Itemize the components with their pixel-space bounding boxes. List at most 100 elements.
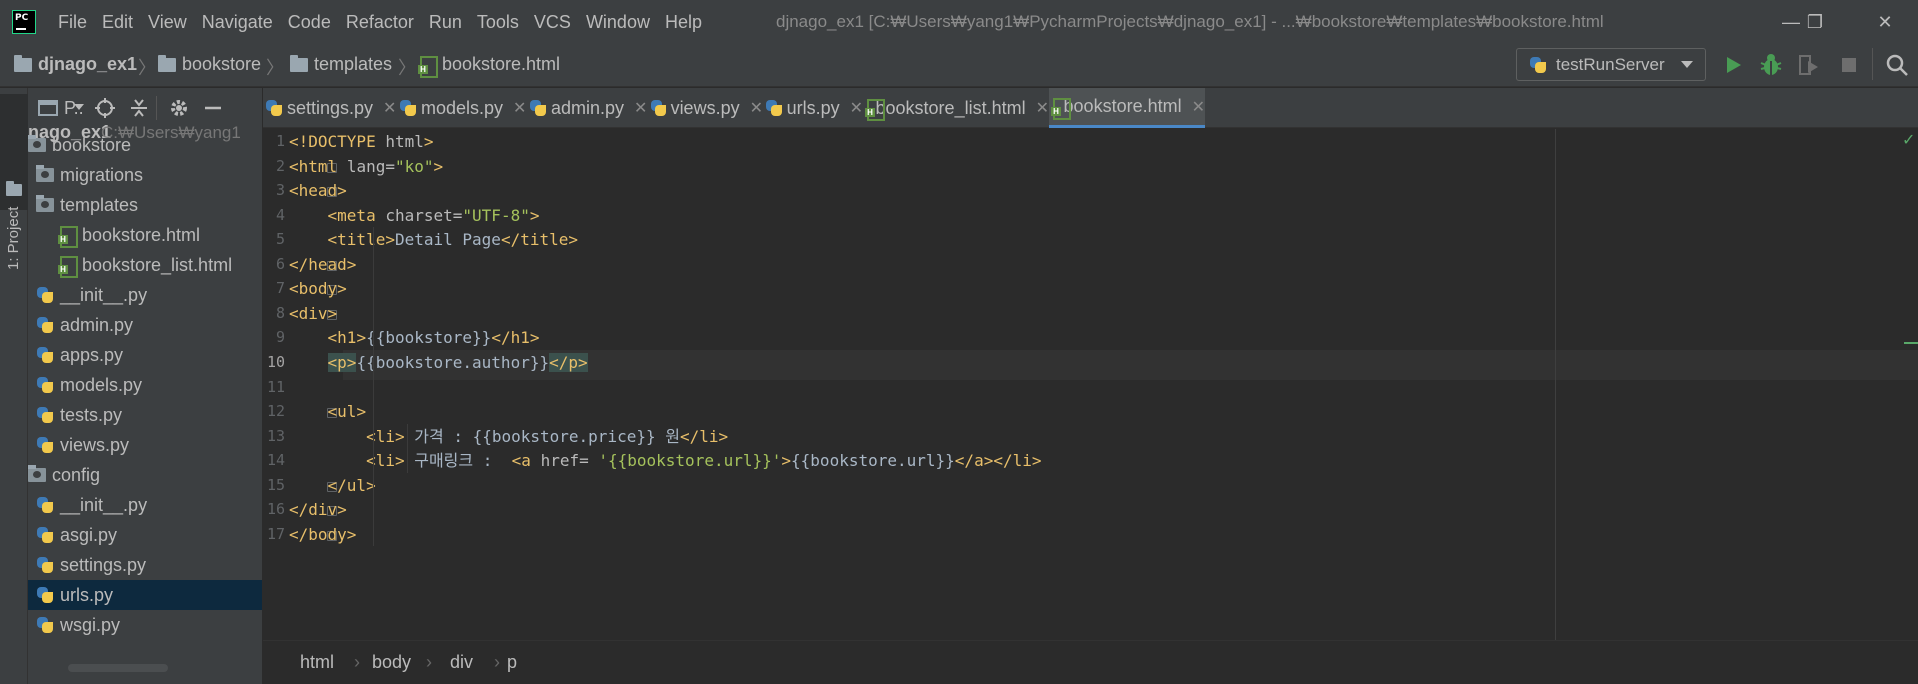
- debug-icon[interactable]: [1758, 52, 1784, 78]
- code-breadcrumb-html[interactable]: html: [300, 652, 334, 673]
- indent-guide: [407, 423, 408, 473]
- tree-item[interactable]: wsgi.py: [28, 610, 262, 640]
- menu-code[interactable]: Code: [288, 12, 331, 33]
- python-file-icon: [36, 436, 54, 454]
- python-file-icon: [36, 346, 54, 364]
- tree-item-label: __init__.py: [60, 494, 148, 515]
- close-tab-icon[interactable]: ✕: [750, 98, 763, 118]
- close-tab-icon[interactable]: ✕: [383, 98, 396, 118]
- indent-guide: [373, 227, 374, 547]
- project-tool-window-button[interactable]: 1: Project: [0, 94, 28, 270]
- tree-item-label: bookstore.html: [82, 224, 201, 245]
- tab-urls-py[interactable]: urls.py ✕: [763, 88, 863, 128]
- code-breadcrumb-body[interactable]: body: [372, 652, 411, 673]
- python-file-icon: [36, 496, 54, 514]
- tab-models-py[interactable]: models.py ✕: [397, 88, 527, 128]
- inspection-ok-icon[interactable]: ✓: [1902, 130, 1915, 150]
- tree-item-label: models.py: [60, 374, 143, 395]
- menu-navigate[interactable]: Navigate: [202, 12, 273, 33]
- folder-icon: [6, 181, 22, 196]
- menu-help[interactable]: Help: [665, 12, 702, 33]
- minimize-button[interactable]: —: [1779, 10, 1803, 34]
- breadcrumb-project[interactable]: djnago_ex1: [14, 54, 137, 75]
- tab-views-py[interactable]: views.py ✕: [648, 88, 763, 128]
- breadcrumb-templates[interactable]: templates: [290, 54, 392, 75]
- toolbar-divider: [1872, 48, 1873, 80]
- tree-item[interactable]: models.py: [28, 370, 262, 400]
- menu-window[interactable]: Window: [586, 12, 650, 33]
- tree-item[interactable]: bookstore_list.html: [28, 250, 262, 280]
- folder-icon: [28, 135, 46, 152]
- menu-refactor[interactable]: Refactor: [346, 12, 414, 33]
- breadcrumb-separator-icon: ›: [426, 652, 432, 672]
- close-tab-icon[interactable]: ✕: [634, 98, 647, 118]
- tree-item[interactable]: apps.py: [28, 340, 262, 370]
- tree-item[interactable]: tests.py: [28, 400, 262, 430]
- line-number: 7: [275, 279, 285, 298]
- menu-vcs[interactable]: VCS: [534, 12, 571, 33]
- tree-item[interactable]: migrations: [28, 160, 262, 190]
- ide-window: PC File Edit View Navigate Code Refactor Run To…: [0, 0, 1918, 684]
- tree-item-label: apps.py: [60, 344, 124, 365]
- code-breadcrumb-p[interactable]: p: [507, 652, 517, 673]
- line-number: 6: [275, 254, 285, 273]
- tab-label: views.py: [670, 97, 740, 118]
- menu-run[interactable]: Run: [429, 12, 462, 33]
- error-stripe-marker[interactable]: [1904, 342, 1918, 344]
- line-number: 10: [266, 352, 285, 371]
- code-line[interactable]: <li> 구매링크 : <a href= '{{bookstore.url}}'…: [289, 446, 1041, 476]
- breadcrumb-file[interactable]: bookstore.html: [418, 54, 560, 78]
- indent-guide: [373, 399, 374, 473]
- tree-item[interactable]: urls.py: [28, 580, 262, 610]
- restore-button[interactable]: ❐: [1803, 10, 1827, 34]
- close-tab-icon[interactable]: ✕: [1036, 98, 1049, 118]
- folder-icon: [290, 54, 308, 72]
- menu-tools[interactable]: Tools: [477, 12, 519, 33]
- code-line[interactable]: <p>{{bookstore.author}}</p>: [289, 348, 588, 378]
- python-file-icon: [399, 99, 417, 117]
- tree-item[interactable]: asgi.py: [28, 520, 262, 550]
- python-file-icon: [765, 99, 783, 117]
- run-icon[interactable]: [1720, 52, 1746, 78]
- line-number: 11: [266, 377, 285, 396]
- horizontal-scrollbar[interactable]: [68, 664, 168, 672]
- close-window-button[interactable]: ✕: [1873, 10, 1897, 34]
- menu-view[interactable]: View: [148, 12, 187, 33]
- code-breadcrumb-bar: html › body › div › p: [263, 640, 1918, 684]
- breadcrumb-separator: 〉: [398, 58, 416, 78]
- tree-item[interactable]: __init__.py: [28, 280, 262, 310]
- tree-item[interactable]: views.py: [28, 430, 262, 460]
- folder-icon: [36, 195, 54, 212]
- python-file-icon: [36, 526, 54, 544]
- run-with-coverage-icon[interactable]: [1796, 52, 1822, 78]
- code-line[interactable]: </body>: [289, 520, 356, 550]
- breadcrumb-bookstore[interactable]: bookstore: [158, 54, 261, 75]
- html-file-icon: [58, 226, 78, 248]
- run-configuration-dropdown[interactable]: testRunServer: [1516, 48, 1706, 81]
- tab-bookstore-list-html[interactable]: bookstore_list.html ✕: [863, 88, 1049, 128]
- tree-item[interactable]: config: [28, 460, 262, 490]
- html-file-icon: [418, 55, 438, 78]
- menu-file[interactable]: File: [58, 12, 87, 33]
- tree-item[interactable]: __init__.py: [28, 490, 262, 520]
- tree-item[interactable]: settings.py: [28, 550, 262, 580]
- run-configuration-label: testRunServer: [1556, 54, 1665, 74]
- tree-item[interactable]: bookstore.html: [28, 220, 262, 250]
- tree-item[interactable]: admin.py: [28, 310, 262, 340]
- project-panel: P.. nago_ex1 C:₩Users₩yang1 bookstore mig…: [28, 88, 262, 684]
- html-file-icon: [865, 99, 884, 121]
- tab-bookstore-html[interactable]: bookstore.html ✕: [1049, 88, 1205, 128]
- tree-item[interactable]: templates: [28, 190, 262, 220]
- code-breadcrumb-div[interactable]: div: [450, 652, 473, 673]
- menu-edit[interactable]: Edit: [102, 12, 133, 33]
- tab-admin-py[interactable]: admin.py ✕: [527, 88, 648, 128]
- close-tab-icon[interactable]: ✕: [513, 98, 526, 118]
- stop-icon[interactable]: [1836, 52, 1862, 78]
- search-icon[interactable]: [1884, 52, 1910, 78]
- code-editor[interactable]: 1 2 3 4 5 6 7 8 9 10 11 12 13 14 15 16 17 <!DOCTYPE html…: [263, 129, 1918, 640]
- tree-item-label: settings.py: [60, 554, 147, 575]
- tree-item[interactable]: bookstore: [28, 130, 262, 160]
- close-tab-icon[interactable]: ✕: [1192, 97, 1205, 117]
- close-tab-icon[interactable]: ✕: [850, 98, 863, 118]
- tab-settings-py[interactable]: settings.py ✕: [263, 88, 397, 128]
